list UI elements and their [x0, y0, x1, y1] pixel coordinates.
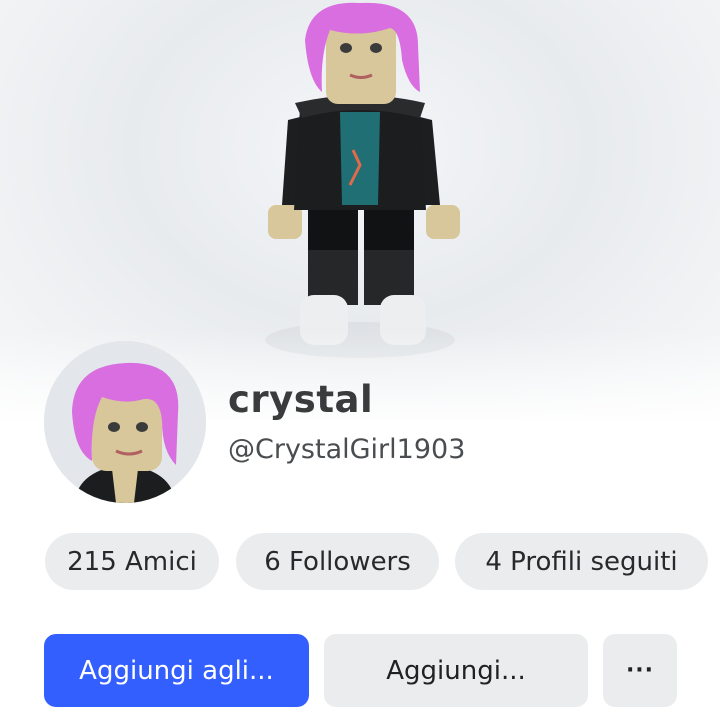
avatar-headshot-icon: [44, 341, 206, 503]
more-options-button[interactable]: ···: [603, 634, 677, 707]
username: @CrystalGirl1903: [228, 434, 466, 465]
ellipsis-icon: ···: [625, 658, 655, 683]
followers-count-button[interactable]: 6 Followers: [236, 533, 439, 590]
avatar[interactable]: [44, 341, 206, 503]
friends-count-button[interactable]: 215 Amici: [45, 533, 219, 590]
avatar-3d-figure: [265, 2, 460, 358]
following-count-button[interactable]: 4 Profili seguiti: [455, 533, 708, 590]
add-button[interactable]: Aggiungi...: [324, 634, 588, 707]
add-friend-button[interactable]: Aggiungi agli...: [44, 634, 309, 707]
display-name: crystal: [228, 378, 374, 421]
